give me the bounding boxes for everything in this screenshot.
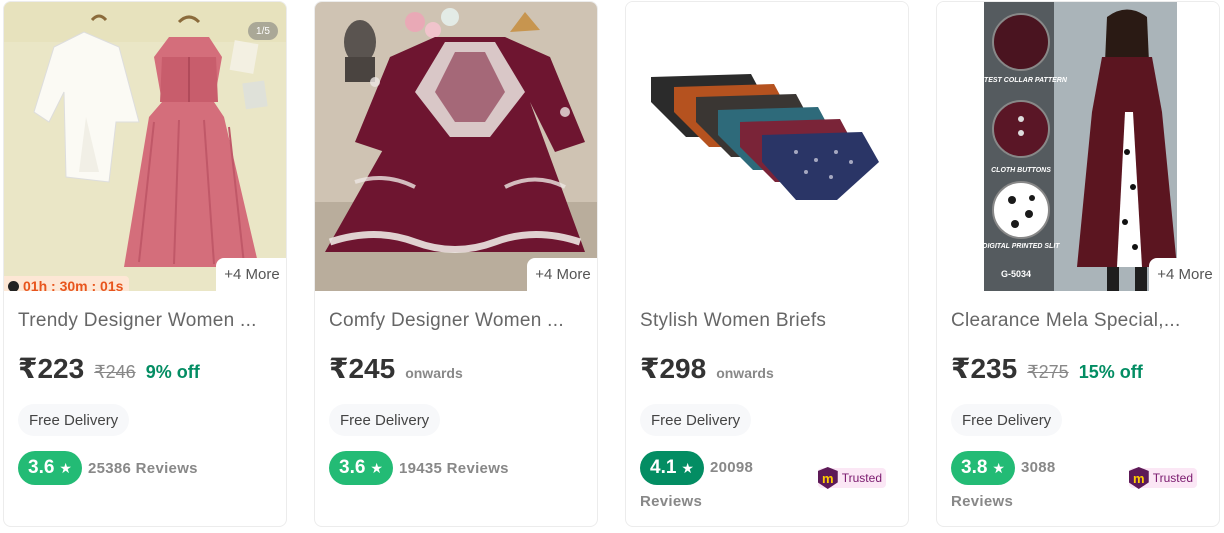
discount: 9% off: [145, 362, 200, 382]
product-title[interactable]: Comfy Designer Women ...: [329, 310, 587, 332]
rating-value: 3.8: [961, 457, 988, 478]
review-label: Reviews: [951, 493, 1014, 510]
product-image[interactable]: [626, 2, 908, 291]
price: ₹298: [640, 353, 707, 384]
image-caption-slit: DIGITAL PRINTED SLIT: [982, 243, 1060, 250]
original-price: ₹275: [1027, 362, 1069, 382]
review-count: 3088: [1020, 459, 1056, 476]
trusted-badge: m Trusted: [1128, 467, 1197, 489]
original-price: ₹246: [94, 362, 136, 382]
rating-row: 4.1 ★ 20098 Reviews: [640, 451, 800, 510]
meesho-logo-icon: m: [817, 467, 838, 489]
rating-badge: 3.6 ★: [18, 451, 82, 485]
rating-value: 3.6: [28, 457, 55, 478]
rating-row: 3.6 ★ 19435 Reviews: [329, 451, 509, 485]
price-row: ₹223 ₹246 9% off: [18, 352, 200, 385]
price: ₹235: [951, 353, 1018, 384]
price: ₹245: [329, 353, 396, 384]
review-label: Reviews: [640, 493, 703, 510]
product-title[interactable]: Clearance Mela Special,...: [951, 310, 1209, 332]
product-card[interactable]: 1/5 01h : 30m : 01s +4 More Trendy Desig…: [3, 1, 287, 527]
image-caption-buttons: CLOTH BUTTONS: [991, 167, 1051, 174]
deal-timer: 01h : 30m : 01s: [4, 276, 130, 291]
rating-badge: 3.6 ★: [329, 451, 393, 485]
rating-value: 4.1: [650, 457, 677, 478]
rating-row: 3.8 ★ 3088 Reviews: [951, 451, 1111, 510]
discount: 15% off: [1078, 362, 1143, 382]
price-row: ₹235 ₹275 15% off: [951, 352, 1143, 385]
free-delivery-badge: Free Delivery: [18, 404, 130, 436]
trusted-label: Trusted: [1152, 471, 1193, 485]
product-title[interactable]: Trendy Designer Women ...: [18, 310, 276, 332]
review-count: 19435 Reviews: [398, 459, 509, 477]
timer-icon: [8, 280, 19, 291]
product-card[interactable]: Stylish Women Briefs ₹298 onwards Free D…: [625, 1, 909, 527]
star-icon: ★: [681, 459, 694, 476]
product-image[interactable]: 1/5 01h : 30m : 01s +4 More: [4, 2, 286, 291]
product-image[interactable]: LATEST COLLAR PATTERN CLOTH BUTTONS DIGI…: [937, 2, 1219, 291]
star-icon: ★: [992, 459, 1005, 476]
rating-row: 3.6 ★ 25386 Reviews: [18, 451, 198, 485]
price: ₹223: [18, 353, 85, 384]
trusted-label: Trusted: [841, 471, 882, 485]
product-image[interactable]: +4 More: [315, 2, 597, 291]
rating-badge: 3.8 ★: [951, 451, 1015, 485]
product-card[interactable]: +4 More Comfy Designer Women ... ₹245 on…: [314, 1, 598, 527]
timer-text: 01h : 30m : 01s: [23, 278, 124, 291]
product-card[interactable]: LATEST COLLAR PATTERN CLOTH BUTTONS DIGI…: [936, 1, 1220, 527]
more-colors-badge[interactable]: +4 More: [216, 258, 286, 291]
trusted-badge: m Trusted: [817, 467, 886, 489]
free-delivery-badge: Free Delivery: [640, 404, 752, 436]
review-count: 25386 Reviews: [87, 459, 198, 477]
image-product-code: G-5034: [1001, 269, 1031, 279]
image-pager: 1/5: [248, 22, 278, 40]
review-count: 20098: [709, 459, 754, 476]
price-onwards: onwards: [716, 365, 774, 381]
image-caption-collar: LATEST COLLAR PATTERN: [975, 77, 1068, 84]
star-icon: ★: [59, 459, 72, 476]
rating-badge: 4.1 ★: [640, 451, 704, 485]
more-colors-badge[interactable]: +4 More: [527, 258, 597, 291]
product-title[interactable]: Stylish Women Briefs: [640, 310, 898, 332]
price-onwards: onwards: [405, 365, 463, 381]
more-colors-badge[interactable]: +4 More: [1149, 258, 1219, 291]
star-icon: ★: [370, 459, 383, 476]
rating-value: 3.6: [339, 457, 366, 478]
free-delivery-badge: Free Delivery: [951, 404, 1063, 436]
meesho-logo-icon: m: [1128, 467, 1149, 489]
price-row: ₹245 onwards: [329, 352, 463, 385]
price-row: ₹298 onwards: [640, 352, 774, 385]
free-delivery-badge: Free Delivery: [329, 404, 441, 436]
